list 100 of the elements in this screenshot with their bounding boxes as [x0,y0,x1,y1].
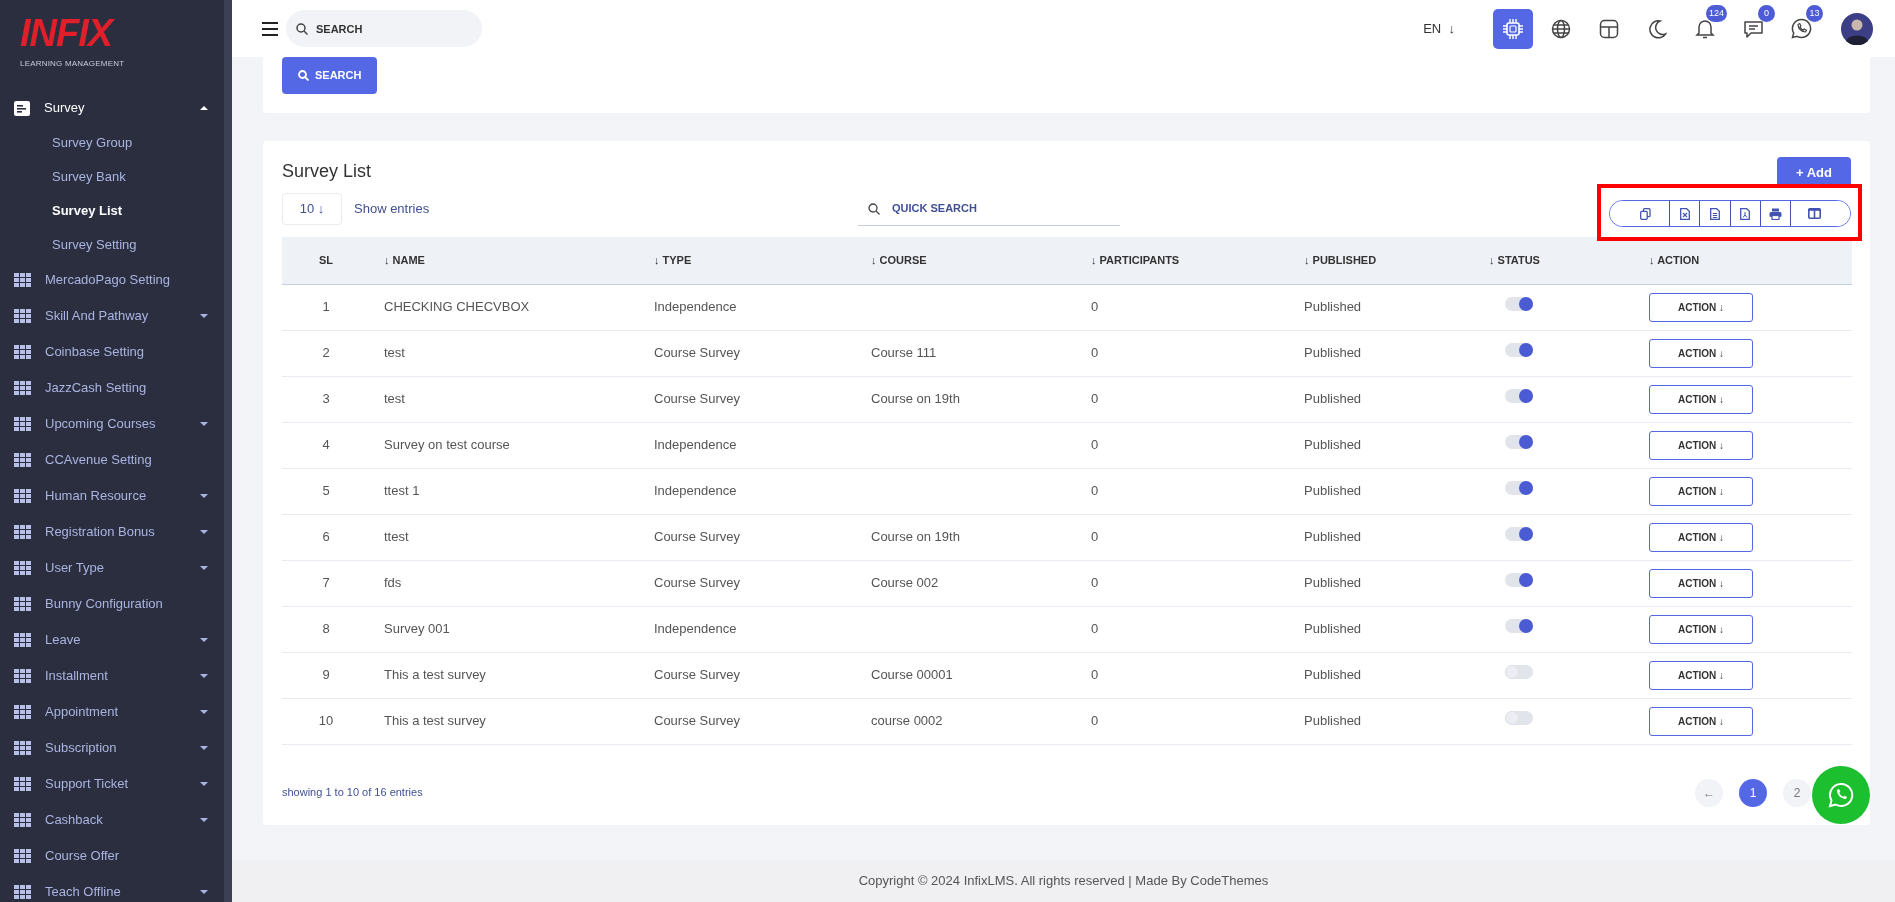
table-cell: 0 [1091,391,1099,407]
grid-icon [14,849,31,863]
copy-button[interactable] [1610,201,1670,226]
search-field[interactable]: SEARCH [286,10,482,47]
action-dropdown[interactable]: ACTION ↓ [1649,430,1753,460]
sidebar-item[interactable]: MercadoPago Setting [0,262,224,298]
caret-icon [200,566,208,570]
status-toggle[interactable] [1505,619,1533,634]
status-toggle[interactable] [1505,297,1533,312]
sidebar-item[interactable]: Support Ticket [0,766,224,802]
table-cell: Course Survey [654,345,740,361]
action-dropdown[interactable]: ACTION ↓ [1649,660,1753,690]
table-cell: Survey 001 [384,621,450,637]
table-cell: 0 [1091,713,1099,729]
submenu-item[interactable]: Survey Setting [0,228,137,262]
card-title: Survey List [282,161,372,183]
column-header[interactable]: ↓ STATUS [1489,254,1540,266]
sidebar-item[interactable]: Leave [0,622,224,658]
language-selector[interactable]: EN ↓ [1417,17,1461,40]
table-cell: 0 [1091,483,1099,499]
moon-icon [1647,18,1667,39]
submenu-item[interactable]: Survey Group [0,126,133,160]
column-header[interactable]: ↓ PARTICIPANTS [1091,254,1180,266]
table-cell: Course 111 [871,345,937,361]
table-cell: Independence [654,437,737,453]
caret-icon [200,818,208,822]
action-dropdown[interactable]: ACTION ↓ [1649,292,1753,322]
sidebar-item[interactable]: Teach Offline [0,874,224,902]
entries-summary: showing 1 to 10 of 16 entries [282,785,423,801]
status-toggle[interactable] [1505,711,1533,726]
table-cell: 0 [1091,575,1099,591]
sidebar-item[interactable]: User Type [0,550,224,586]
action-dropdown[interactable]: ACTION ↓ [1649,384,1753,414]
table-cell: Published [1304,621,1362,637]
table-cell: 10 [318,713,334,729]
table-cell: Independence [654,483,737,499]
action-dropdown[interactable]: ACTION ↓ [1649,614,1753,644]
logo-subtitle: LEARNING MANAGEMENT [20,57,125,70]
sidebar-item[interactable]: Registration Bonus [0,514,224,550]
action-dropdown[interactable]: ACTION ↓ [1649,568,1753,598]
column-header: SL [318,254,334,266]
status-toggle[interactable] [1505,481,1533,496]
action-dropdown[interactable]: ACTION ↓ [1649,522,1753,552]
sidebar-item[interactable]: CCAvenue Setting [0,442,224,478]
sidebar-item[interactable]: JazzCash Setting [0,370,224,406]
sidebar-item[interactable]: Subscription [0,730,224,766]
table-cell: 7 [322,575,330,591]
grid-icon [14,525,31,539]
table-cell: This a test survey [384,667,486,683]
submenu-item[interactable]: Survey Bank [0,160,126,194]
page-button[interactable]: 2 [1783,778,1811,807]
column-header[interactable]: ↓ COURSE [871,254,927,266]
grid-icon [14,705,31,719]
caret-icon [200,314,208,318]
sidebar-item[interactable]: Coinbase Setting [0,334,224,370]
previous-page-button[interactable]: ← [1695,778,1723,807]
column-header[interactable]: ↓ PUBLISHED [1304,254,1377,266]
bell-icon [1695,18,1715,39]
table-cell: Survey on test course [384,437,510,453]
status-toggle[interactable] [1505,389,1533,404]
sidebar-item[interactable]: Skill And Pathway [0,298,224,334]
sidebar-item[interactable]: Installment [0,658,224,694]
column-header[interactable]: ↓ ACTION [1649,254,1700,266]
sidebar-item[interactable]: Human Resource [0,478,224,514]
column-header[interactable]: ↓ TYPE [654,254,692,266]
grid-icon [14,345,31,359]
status-toggle[interactable] [1505,527,1533,542]
ai-button[interactable] [1493,8,1533,49]
table-cell: ttest [384,529,409,545]
table-cell: test [384,391,405,407]
sidebar-item[interactable]: Upcoming Courses [0,406,224,442]
document-icon [14,100,30,116]
sidebar-item[interactable]: Survey [0,90,224,126]
grid-icon [14,597,31,611]
action-dropdown[interactable]: ACTION ↓ [1649,706,1753,736]
columns-icon [1808,208,1822,219]
sidebar-item[interactable]: Bunny Configuration [0,586,224,622]
caret-icon [200,746,208,750]
sidebar-item[interactable]: Appointment [0,694,224,730]
status-toggle[interactable] [1505,573,1533,588]
page-button[interactable]: 1 [1739,778,1767,807]
status-toggle[interactable] [1505,435,1533,450]
submenu-item[interactable]: Survey List [0,194,123,228]
status-toggle[interactable] [1505,665,1533,680]
table-cell: 2 [322,345,330,361]
table-cell: CHECKING CHECVBOX [384,299,530,315]
text-file-icon [1709,207,1720,220]
sidebar-item[interactable]: Course Offer [0,838,224,874]
table-cell: Course Survey [654,713,740,729]
table-cell: 0 [1091,299,1099,315]
table-cell: Published [1304,667,1362,683]
entries-select[interactable]: 10 ↓ [282,192,342,225]
table-cell: test [384,345,405,361]
search-button[interactable]: SEARCH [282,57,378,94]
status-toggle[interactable] [1505,343,1533,358]
column-header[interactable]: ↓ NAME [384,254,425,266]
action-dropdown[interactable]: ACTION ↓ [1649,476,1753,506]
sidebar-item[interactable]: Cashback [0,802,224,838]
action-dropdown[interactable]: ACTION ↓ [1649,338,1753,368]
table-cell: This a test survey [384,713,486,729]
